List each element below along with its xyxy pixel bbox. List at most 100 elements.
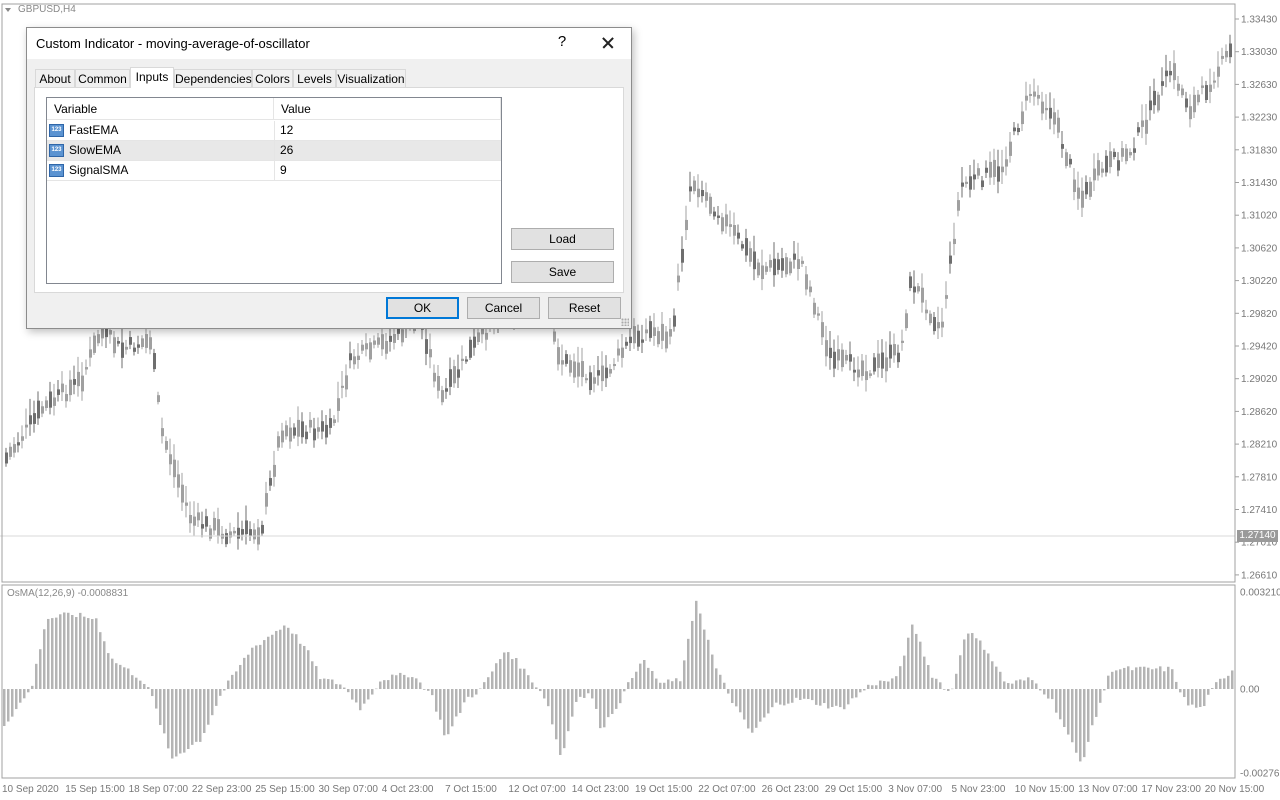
candle-body (633, 326, 636, 344)
histogram-bar (1223, 678, 1226, 689)
tab-inputs[interactable]: Inputs (130, 67, 174, 88)
candle-body (829, 347, 832, 358)
histogram-bar (355, 689, 358, 703)
candle-body (169, 454, 172, 465)
candle-body (841, 349, 844, 368)
save-button[interactable]: Save (511, 261, 614, 283)
column-header-variable[interactable]: Variable (47, 98, 274, 120)
histogram-bar (939, 682, 942, 689)
tab-about[interactable]: About (35, 69, 75, 87)
dialog-title: Custom Indicator - moving-average-of-osc… (36, 36, 310, 51)
candle-body (933, 317, 936, 332)
histogram-bar (139, 680, 142, 689)
candle-body (801, 260, 804, 264)
candle-body (1185, 98, 1188, 108)
histogram-bar (1011, 683, 1014, 689)
histogram-bar (83, 616, 86, 689)
histogram-bar (803, 689, 806, 699)
histogram-bar (1123, 667, 1126, 689)
numeric-input-icon: 123 (49, 124, 64, 137)
table-row[interactable]: 123 SignalSMA 9 (47, 161, 501, 181)
current-price-tag: 1.27140 (1237, 530, 1278, 542)
histogram-bar (347, 689, 350, 693)
candle-body (561, 360, 564, 365)
osma-tick-label: 0.00 (1240, 685, 1260, 696)
candle-body (913, 286, 916, 293)
candle-body (881, 352, 884, 369)
histogram-bar (243, 657, 246, 689)
histogram-bar (859, 689, 862, 693)
histogram-bar (583, 689, 586, 698)
histogram-bar (1083, 689, 1086, 758)
candle-body (961, 182, 964, 187)
candle-body (837, 349, 840, 361)
histogram-bar (787, 689, 790, 704)
histogram-bar (1147, 667, 1150, 689)
histogram-bar (55, 617, 58, 689)
custom-indicator-dialog: Custom Indicator - moving-average-of-osc… (26, 27, 632, 329)
price-tick-label: 1.32230 (1241, 113, 1278, 124)
histogram-bar (251, 647, 254, 689)
histogram-bar (1139, 666, 1142, 689)
histogram-bar (367, 689, 370, 700)
histogram-bar (1107, 675, 1110, 689)
histogram-bar (615, 689, 618, 709)
candle-body (981, 180, 984, 188)
candle-body (701, 190, 704, 197)
histogram-bar (1043, 689, 1046, 695)
tab-dependencies[interactable]: Dependencies (174, 69, 252, 87)
histogram-bar (1063, 689, 1066, 728)
histogram-bar (947, 689, 950, 692)
price-tick-label: 1.33030 (1241, 47, 1278, 58)
variable-value[interactable]: 26 (274, 141, 293, 160)
histogram-bar (843, 689, 846, 710)
histogram-bar (107, 653, 110, 689)
help-button[interactable]: ? (555, 33, 569, 50)
histogram-bar (111, 658, 114, 689)
close-icon[interactable] (592, 32, 622, 54)
candle-body (21, 436, 24, 441)
resize-grip[interactable] (621, 318, 629, 326)
column-header-value[interactable]: Value (274, 98, 501, 120)
histogram-bar (691, 620, 694, 689)
histogram-bar (1171, 669, 1174, 689)
candle-body (381, 334, 384, 350)
histogram-bar (247, 654, 250, 689)
candle-body (245, 520, 248, 535)
histogram-bar (895, 676, 898, 689)
reset-button[interactable]: Reset (548, 297, 621, 319)
load-button[interactable]: Load (511, 228, 614, 250)
candle-body (361, 344, 364, 351)
chart-menu-arrow-icon[interactable] (5, 8, 11, 12)
candle-body (1101, 168, 1104, 173)
candle-body (1145, 119, 1148, 134)
candle-body (669, 329, 672, 337)
cancel-button[interactable]: Cancel (467, 297, 540, 319)
time-tick-label: 22 Sep 23:00 (192, 784, 252, 795)
table-row[interactable]: 123 FastEMA 12 (47, 121, 501, 141)
candle-body (657, 331, 660, 345)
histogram-bar (1035, 683, 1038, 689)
variable-value[interactable]: 12 (274, 121, 293, 140)
tab-levels[interactable]: Levels (293, 69, 336, 87)
histogram-bar (627, 682, 630, 689)
candle-body (73, 379, 76, 385)
histogram-bar (1207, 689, 1210, 695)
variable-value[interactable]: 9 (274, 161, 287, 180)
candle-body (1009, 141, 1012, 156)
table-row[interactable]: 123 SlowEMA 26 (47, 141, 501, 161)
candle-body (213, 517, 216, 531)
price-tick-label: 1.31830 (1241, 145, 1278, 156)
candle-body (217, 519, 220, 536)
histogram-bar (603, 689, 606, 728)
histogram-bar (1055, 689, 1058, 713)
ok-button[interactable]: OK (386, 297, 459, 319)
histogram-bar (663, 682, 666, 689)
tab-colors[interactable]: Colors (252, 69, 293, 87)
candle-body (377, 337, 380, 345)
candle-body (569, 360, 572, 373)
tab-common[interactable]: Common (75, 69, 130, 87)
tab-visualization[interactable]: Visualization (336, 69, 406, 87)
histogram-bar (1019, 679, 1022, 689)
histogram-bar (87, 618, 90, 689)
